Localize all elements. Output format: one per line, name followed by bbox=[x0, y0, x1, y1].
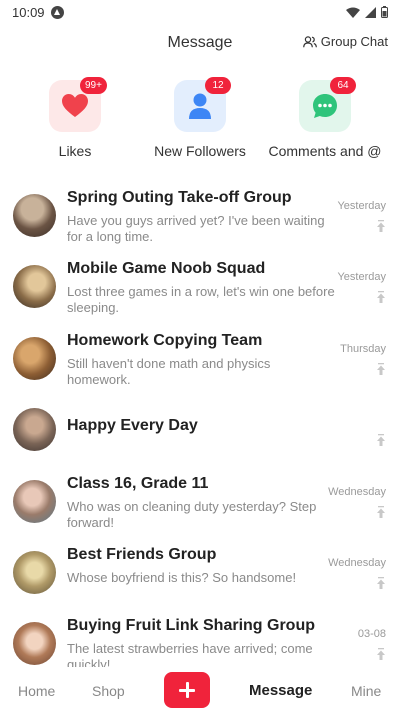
status-bar: 10:09 bbox=[0, 0, 400, 24]
header: Message Group Chat bbox=[0, 24, 400, 64]
new-followers-label: New Followers bbox=[154, 143, 246, 159]
avatar bbox=[13, 336, 56, 380]
nav-mine[interactable]: Mine bbox=[351, 683, 381, 699]
chat-item[interactable]: Buying Fruit Link Sharing Group The late… bbox=[0, 608, 400, 667]
chat-item[interactable]: Happy Every Day bbox=[0, 394, 400, 465]
battery-icon bbox=[381, 6, 388, 18]
likes-badge: 99+ bbox=[80, 77, 107, 94]
bottom-nav: Home Shop Message Mine bbox=[0, 667, 400, 713]
pin-icon bbox=[377, 505, 385, 518]
chat-time: Yesterday bbox=[337, 271, 386, 284]
likes-entry[interactable]: 99+ Likes bbox=[5, 77, 145, 159]
pin-icon bbox=[377, 291, 385, 304]
chat-list: Spring Outing Take-off Group Have you gu… bbox=[0, 180, 400, 667]
status-time: 10:09 bbox=[12, 4, 45, 20]
wifi-icon bbox=[346, 7, 360, 18]
heart-icon bbox=[62, 94, 88, 117]
chat-time: 03-08 bbox=[357, 628, 386, 641]
users-icon bbox=[302, 35, 317, 47]
group-chat-button[interactable]: Group Chat bbox=[302, 34, 388, 49]
status-icons bbox=[346, 6, 388, 18]
add-button[interactable] bbox=[164, 672, 210, 708]
new-followers-entry[interactable]: 12 New Followers bbox=[130, 77, 270, 159]
chat-item[interactable]: Class 16, Grade 11 Who was on cleaning d… bbox=[0, 466, 400, 537]
comments-entry[interactable]: 64 Comments and @ bbox=[255, 77, 395, 159]
chat-title: Spring Outing Take-off Group bbox=[67, 189, 292, 206]
group-chat-label: Group Chat bbox=[320, 34, 388, 49]
nav-shop[interactable]: Shop bbox=[92, 683, 125, 699]
chat-title: Homework Copying Team bbox=[67, 331, 263, 349]
chat-title: Buying Fruit Link Sharing Group bbox=[67, 617, 315, 635]
chat-title: Best Friends Group bbox=[67, 545, 217, 563]
chat-item[interactable]: Homework Copying Team Still haven't done… bbox=[0, 323, 400, 394]
quick-entries: 99+ Likes 12 New Followers 64 Comments a… bbox=[0, 77, 400, 166]
new-followers-badge: 12 bbox=[205, 77, 231, 94]
new-followers-tile: 12 bbox=[174, 77, 231, 132]
chat-preview: Have you guys arrived yet? I've been wai… bbox=[67, 213, 325, 244]
app-notification-icon bbox=[50, 5, 64, 19]
likes-tile: 99+ bbox=[49, 77, 107, 132]
chat-preview: Lost three games in a row, let's win one… bbox=[67, 284, 335, 316]
person-icon bbox=[189, 93, 211, 119]
likes-label: Likes bbox=[58, 143, 92, 159]
nav-home[interactable]: Home bbox=[18, 683, 55, 699]
avatar bbox=[13, 408, 56, 452]
pin-icon bbox=[377, 576, 385, 589]
chat-item[interactable]: Best Friends Group Whose boyfriend is th… bbox=[0, 537, 400, 608]
nav-message[interactable]: Message bbox=[249, 682, 312, 699]
pin-icon bbox=[377, 648, 385, 661]
cellular-icon bbox=[365, 6, 376, 18]
comments-tile: 64 bbox=[299, 77, 356, 132]
chat-preview: The latest strawberries have arrived; co… bbox=[67, 641, 313, 667]
avatar bbox=[13, 479, 56, 523]
chat-title: Happy Every Day bbox=[67, 417, 198, 435]
chat-preview: Who was on cleaning duty yesterday? Step… bbox=[67, 498, 317, 530]
chat-item[interactable]: Mobile Game Noob Squad Lost three games … bbox=[0, 251, 400, 322]
chat-item[interactable]: Spring Outing Take-off Group Have you gu… bbox=[0, 180, 400, 251]
avatar bbox=[13, 194, 56, 237]
chat-title: Mobile Game Noob Squad bbox=[67, 260, 266, 278]
chat-title: Class 16, Grade 11 bbox=[67, 474, 209, 492]
chat-bubble-icon bbox=[313, 94, 337, 118]
pin-icon bbox=[377, 220, 385, 232]
avatar bbox=[13, 550, 56, 594]
chat-time: Wednesday bbox=[328, 556, 386, 569]
pin-icon bbox=[377, 434, 385, 447]
pin-icon bbox=[377, 362, 385, 375]
chat-time: Yesterday bbox=[337, 200, 386, 212]
chat-preview: Still haven't done math and physics home… bbox=[67, 355, 271, 387]
chat-time: Wednesday bbox=[328, 485, 386, 498]
comments-label: Comments and @ bbox=[268, 143, 382, 159]
chat-time: Thursday bbox=[340, 342, 386, 355]
comments-badge: 64 bbox=[330, 77, 356, 94]
avatar bbox=[13, 265, 56, 309]
chat-preview: Whose boyfriend is this? So handsome! bbox=[67, 569, 297, 585]
avatar bbox=[13, 622, 56, 666]
